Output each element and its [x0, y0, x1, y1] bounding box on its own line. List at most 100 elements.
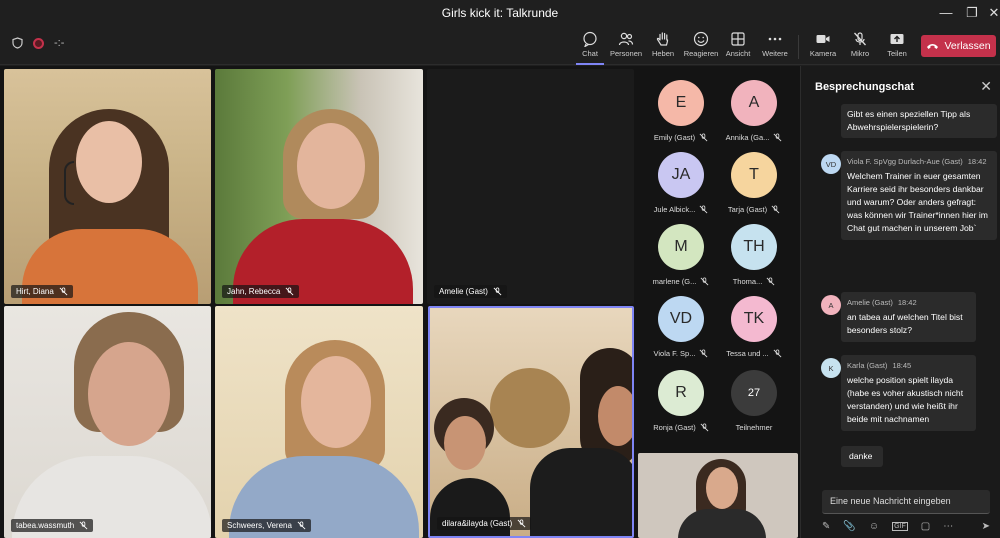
chat-message: Amelie (Gast) 18:42 an tabea auf welchen …: [841, 292, 976, 342]
self-view-video[interactable]: [638, 453, 798, 538]
message-meta: Amelie (Gast) 18:42: [847, 296, 968, 309]
emoji-icon[interactable]: ☺: [869, 521, 879, 532]
participant-name: Viola F. Sp...: [653, 349, 696, 358]
chat-message: Viola F. SpVgg Durlach-Aue (Gast) 18:42 W…: [841, 151, 997, 240]
participant-name-row: Emily (Gast): [645, 133, 717, 142]
message-time: 18:42: [897, 298, 917, 307]
mic-off-icon: [285, 287, 294, 296]
tile-name-tag: dilara&ilayda (Gast): [437, 517, 532, 530]
meeting-chat-panel: Besprechungschat ✕ Gibt es einen speziel…: [800, 66, 1000, 538]
mic-off-icon: [700, 349, 708, 358]
tile-name-tag: Hirt, Diana: [11, 285, 73, 298]
video-tile-dilara-ilayda[interactable]: dilara&ilayda (Gast): [428, 306, 634, 538]
participant-count: 27: [731, 370, 777, 416]
roster-participant[interactable]: TH Thoma...: [718, 224, 790, 286]
avatar: R: [658, 370, 704, 416]
video-tile-hirt[interactable]: Hirt, Diana: [4, 69, 211, 304]
leave-button[interactable]: Verlassen: [921, 35, 996, 57]
participant-name-row: Tarja (Gast): [718, 205, 790, 214]
message-text: Welchem Trainer in euer gesamten Karrier…: [847, 171, 988, 233]
video-tile-tabea[interactable]: tabea.wassmuth: [4, 306, 211, 538]
participant-face: [598, 386, 632, 446]
participant-name-row: Tessa und ...: [718, 349, 790, 358]
message-meta: Karla (Gast) 18:45: [847, 359, 968, 372]
meeting-timer: -:-: [54, 37, 65, 49]
avatar: VD: [658, 296, 704, 342]
roster-participant[interactable]: E Emily (Gast): [645, 80, 717, 142]
tile-name-tag: tabea.wassmuth: [11, 519, 94, 532]
tile-name-tag: Schweers, Verena: [222, 519, 311, 532]
mic-off-icon: [773, 349, 782, 358]
participant-name: Tarja (Gast): [727, 205, 768, 214]
close-icon[interactable]: ✕: [980, 78, 992, 95]
maximize-icon[interactable]: ❐: [962, 3, 982, 23]
roster-participant[interactable]: JA Jule Albick...: [645, 152, 717, 214]
close-window-icon[interactable]: ✕: [984, 3, 1000, 23]
hang-up-icon: [927, 44, 939, 49]
mic-off-icon: [700, 277, 709, 286]
avatar: VD: [821, 154, 841, 174]
wall-decoration: [490, 368, 570, 448]
chat-title: Besprechungschat: [815, 81, 915, 93]
video-tile-schweers[interactable]: Schweers, Verena: [215, 306, 423, 538]
roster-participant[interactable]: R Ronja (Gast): [645, 370, 717, 432]
more-options-icon[interactable]: ⋯: [943, 521, 953, 532]
more-button[interactable]: Weitere: [753, 30, 797, 64]
share-icon: [890, 34, 904, 44]
mic-off-icon: [493, 287, 502, 296]
participant-roster: E Emily (Gast) A Annika (Ga... JA Jule A…: [638, 66, 800, 452]
tile-name-tag: Jahn, Rebecca: [222, 285, 300, 298]
participants-label: Teilnehmer: [735, 423, 773, 432]
hand-icon: [656, 32, 669, 46]
video-tile-jahn[interactable]: Jahn, Rebecca: [215, 69, 423, 304]
mic-off-icon: [517, 519, 526, 528]
participant-face: [706, 467, 738, 509]
people-icon: [618, 32, 634, 46]
mic-off-icon: [699, 205, 708, 214]
format-icon[interactable]: ✎: [822, 521, 830, 532]
window-title: Girls kick it: Talkrunde: [441, 6, 559, 20]
share-button[interactable]: Teilen: [875, 30, 919, 64]
avatar: E: [658, 80, 704, 126]
meeting-toolbar: -:- Chat Personen Heben Reagieren Ansich…: [0, 27, 1000, 65]
camera-icon: [816, 35, 830, 43]
smiley-icon: [693, 31, 709, 47]
mic-off-icon: [297, 521, 306, 530]
attach-icon[interactable]: 📎: [843, 521, 855, 532]
participant-face: [76, 121, 142, 203]
tile-name: Schweers, Verena: [227, 521, 292, 530]
roster-participant[interactable]: TK Tessa und ...: [718, 296, 790, 358]
roster-participant[interactable]: A Annika (Ga...: [718, 80, 790, 142]
tile-name: dilara&ilayda (Gast): [442, 519, 513, 528]
message-text: Gibt es einen speziellen Tipp als Abwehr…: [847, 109, 971, 132]
shield-icon: [12, 37, 23, 49]
participant-name: Tessa und ...: [726, 349, 769, 358]
tile-name: Jahn, Rebecca: [227, 287, 281, 296]
mic-off-icon: [700, 423, 709, 432]
participant-name-row: Viola F. Sp...: [645, 349, 717, 358]
send-icon[interactable]: ➤: [982, 521, 990, 532]
roster-participant[interactable]: T Tarja (Gast): [718, 152, 790, 214]
avatar: T: [731, 152, 777, 198]
minimize-icon[interactable]: —: [936, 3, 956, 23]
message-time: 18:42: [967, 157, 987, 166]
roster-participant[interactable]: VD Viola F. Sp...: [645, 296, 717, 358]
tile-name: Hirt, Diana: [16, 287, 54, 296]
gif-icon[interactable]: GIF: [892, 521, 908, 531]
headset-icon: [64, 161, 74, 205]
participant-name-row: Jule Albick...: [645, 205, 717, 214]
message-text: an tabea auf welchen Titel bist besonder…: [847, 312, 963, 335]
mic-off-icon: [854, 32, 866, 46]
participant-face: [88, 342, 170, 446]
more-participants-button[interactable]: 27 Teilnehmer: [718, 370, 790, 432]
chat-message: Karla (Gast) 18:45 welche position spielt…: [841, 355, 976, 431]
video-tile-amelie[interactable]: Amelie (Gast): [427, 69, 634, 304]
message-meta: Viola F. SpVgg Durlach-Aue (Gast) 18:42: [847, 155, 989, 168]
sticker-icon[interactable]: ▢: [921, 521, 930, 532]
tile-name-tag: Amelie (Gast): [434, 285, 507, 298]
roster-participant[interactable]: M marlene (G...: [645, 224, 717, 286]
mic-off-icon: [773, 133, 782, 142]
participant-name-row: Ronja (Gast): [645, 423, 717, 432]
chat-compose-input[interactable]: Eine neue Nachricht eingeben: [822, 490, 990, 514]
tile-name: tabea.wassmuth: [16, 521, 75, 530]
